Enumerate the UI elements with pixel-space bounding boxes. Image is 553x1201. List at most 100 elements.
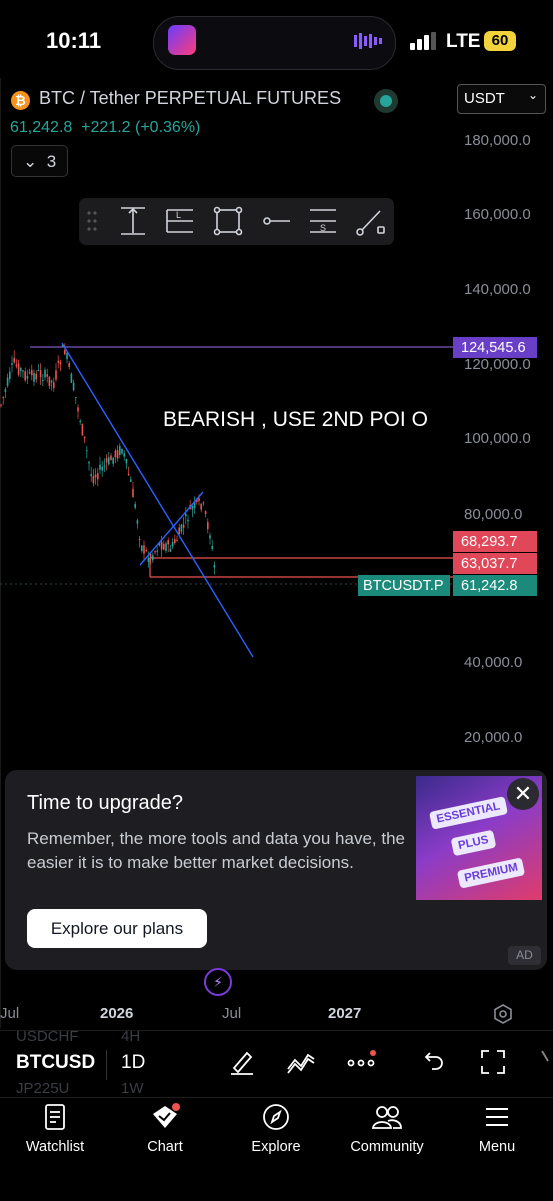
nav-watchlist[interactable] [5, 1102, 105, 1137]
candle-body [77, 407, 79, 412]
candle-body [70, 373, 73, 383]
candle-body [6, 377, 9, 386]
promo-text: Remember, the more tools and data you ha… [27, 829, 406, 872]
candle-body [132, 488, 134, 498]
candle-body [165, 543, 167, 551]
nav-community[interactable] [337, 1102, 437, 1137]
toolbar-divider [106, 1050, 107, 1080]
horizontal-ray-icon[interactable] [260, 205, 292, 237]
candle-body [141, 545, 143, 552]
candle-body [110, 455, 112, 461]
candle-body [55, 370, 57, 380]
candle-body [28, 372, 31, 374]
rectangle-tool-icon[interactable] [212, 205, 244, 237]
price-axis-label: 100,000.0 [464, 430, 531, 447]
promo-pill: PREMIUM [456, 857, 526, 889]
undo-icon[interactable] [418, 1047, 448, 1077]
candle-body [94, 474, 97, 478]
candle-body [39, 370, 42, 378]
candle-body [200, 503, 202, 510]
current-price-tag: 61,242.8 [453, 575, 537, 596]
svg-text:S: S [320, 223, 326, 233]
candle-body [79, 420, 81, 423]
candle-body [44, 369, 46, 378]
battery-indicator: 60 [484, 31, 516, 51]
candle-body [145, 550, 147, 552]
chevron-right-icon[interactable] [538, 1047, 553, 1077]
candle-body [156, 550, 158, 552]
nav-menu[interactable] [447, 1102, 547, 1137]
trend-line-icon[interactable] [354, 205, 386, 237]
candle-body [99, 464, 101, 470]
more-icon[interactable] [346, 1047, 376, 1077]
channel-line [139, 491, 204, 566]
timeframe-picker[interactable]: 1D [121, 1052, 145, 1074]
candle-body [103, 465, 106, 467]
explore-plans-button[interactable]: Explore our plans [27, 909, 207, 948]
nav-label: Explore [251, 1139, 301, 1155]
candle-body [160, 541, 163, 550]
candle-body [59, 361, 62, 365]
candle-body [180, 524, 183, 532]
level-price-tag: 68,293.7 [453, 531, 537, 552]
candle-body [204, 511, 207, 515]
timeframe-option[interactable]: 1W [121, 1080, 144, 1097]
candle-body [211, 546, 213, 550]
candle-body [35, 373, 37, 380]
candle-body [198, 498, 200, 502]
short-position-icon[interactable]: S [307, 205, 339, 237]
candle-body [112, 457, 114, 464]
candle-body [123, 453, 125, 457]
collapse-indicators-button[interactable]: ⌄ 3 [11, 145, 68, 177]
close-icon[interactable]: ✕ [507, 778, 539, 810]
candle-body [167, 540, 169, 545]
nav-explore[interactable] [226, 1102, 326, 1137]
candle-body [24, 371, 26, 381]
candle-body [147, 557, 150, 562]
nav-label: Watchlist [25, 1139, 85, 1155]
chart-icon [153, 1103, 180, 1128]
candle-body [4, 389, 7, 392]
timeframe-option[interactable]: 4H [121, 1028, 140, 1045]
candle-body [81, 424, 84, 436]
symbol-picker-option[interactable]: JP225U [16, 1080, 69, 1097]
time-axis-label: Jul [222, 1005, 242, 1022]
candle-body [2, 396, 4, 398]
audio-wave-icon [354, 33, 382, 49]
candle-body [152, 555, 154, 561]
drag-handle-icon[interactable] [86, 210, 98, 232]
nav-label: Chart [147, 1139, 183, 1155]
nav-chart[interactable] [115, 1102, 215, 1137]
lightning-icon[interactable]: ⚡ [204, 968, 232, 996]
price-change-value: +221.2 (+0.36%) [81, 119, 201, 136]
high-price-tag: 124,545.6 [453, 337, 537, 358]
time-axis-label: 2027 [328, 1005, 362, 1022]
candle-body [171, 542, 174, 547]
candle-body [125, 458, 128, 464]
promo-pill: PLUS [450, 829, 497, 857]
symbol-picker-option[interactable]: USDCHF [16, 1028, 79, 1045]
candle-body [108, 457, 110, 465]
candle-body [178, 527, 180, 535]
symbol-picker[interactable]: BTCUSD [16, 1052, 95, 1074]
price-range-icon[interactable] [117, 205, 149, 237]
chart-annotation-text[interactable]: BEARISH , USE 2ND POI O [163, 408, 453, 432]
candle-body [213, 565, 216, 568]
candle-body [9, 371, 11, 379]
pencil-icon[interactable] [227, 1047, 257, 1077]
candle-body [114, 450, 117, 458]
fullscreen-icon[interactable] [478, 1047, 508, 1077]
promo-title: Time to upgrade? [27, 792, 184, 814]
candle-body [13, 357, 15, 363]
indicators-icon[interactable] [286, 1047, 316, 1077]
candle-body [119, 445, 121, 455]
level-price-tag: 63,037.7 [453, 553, 537, 574]
candle-body [64, 350, 66, 355]
long-position-icon[interactable]: L [164, 205, 196, 237]
signal-icon [410, 32, 436, 50]
settings-icon[interactable] [493, 1004, 513, 1024]
candle-body [88, 461, 90, 464]
candle-body [22, 370, 24, 372]
symbol-title[interactable]: BTC / Tether PERPETUAL FUTURES [39, 88, 341, 109]
price-axis-label: 140,000.0 [464, 281, 531, 298]
